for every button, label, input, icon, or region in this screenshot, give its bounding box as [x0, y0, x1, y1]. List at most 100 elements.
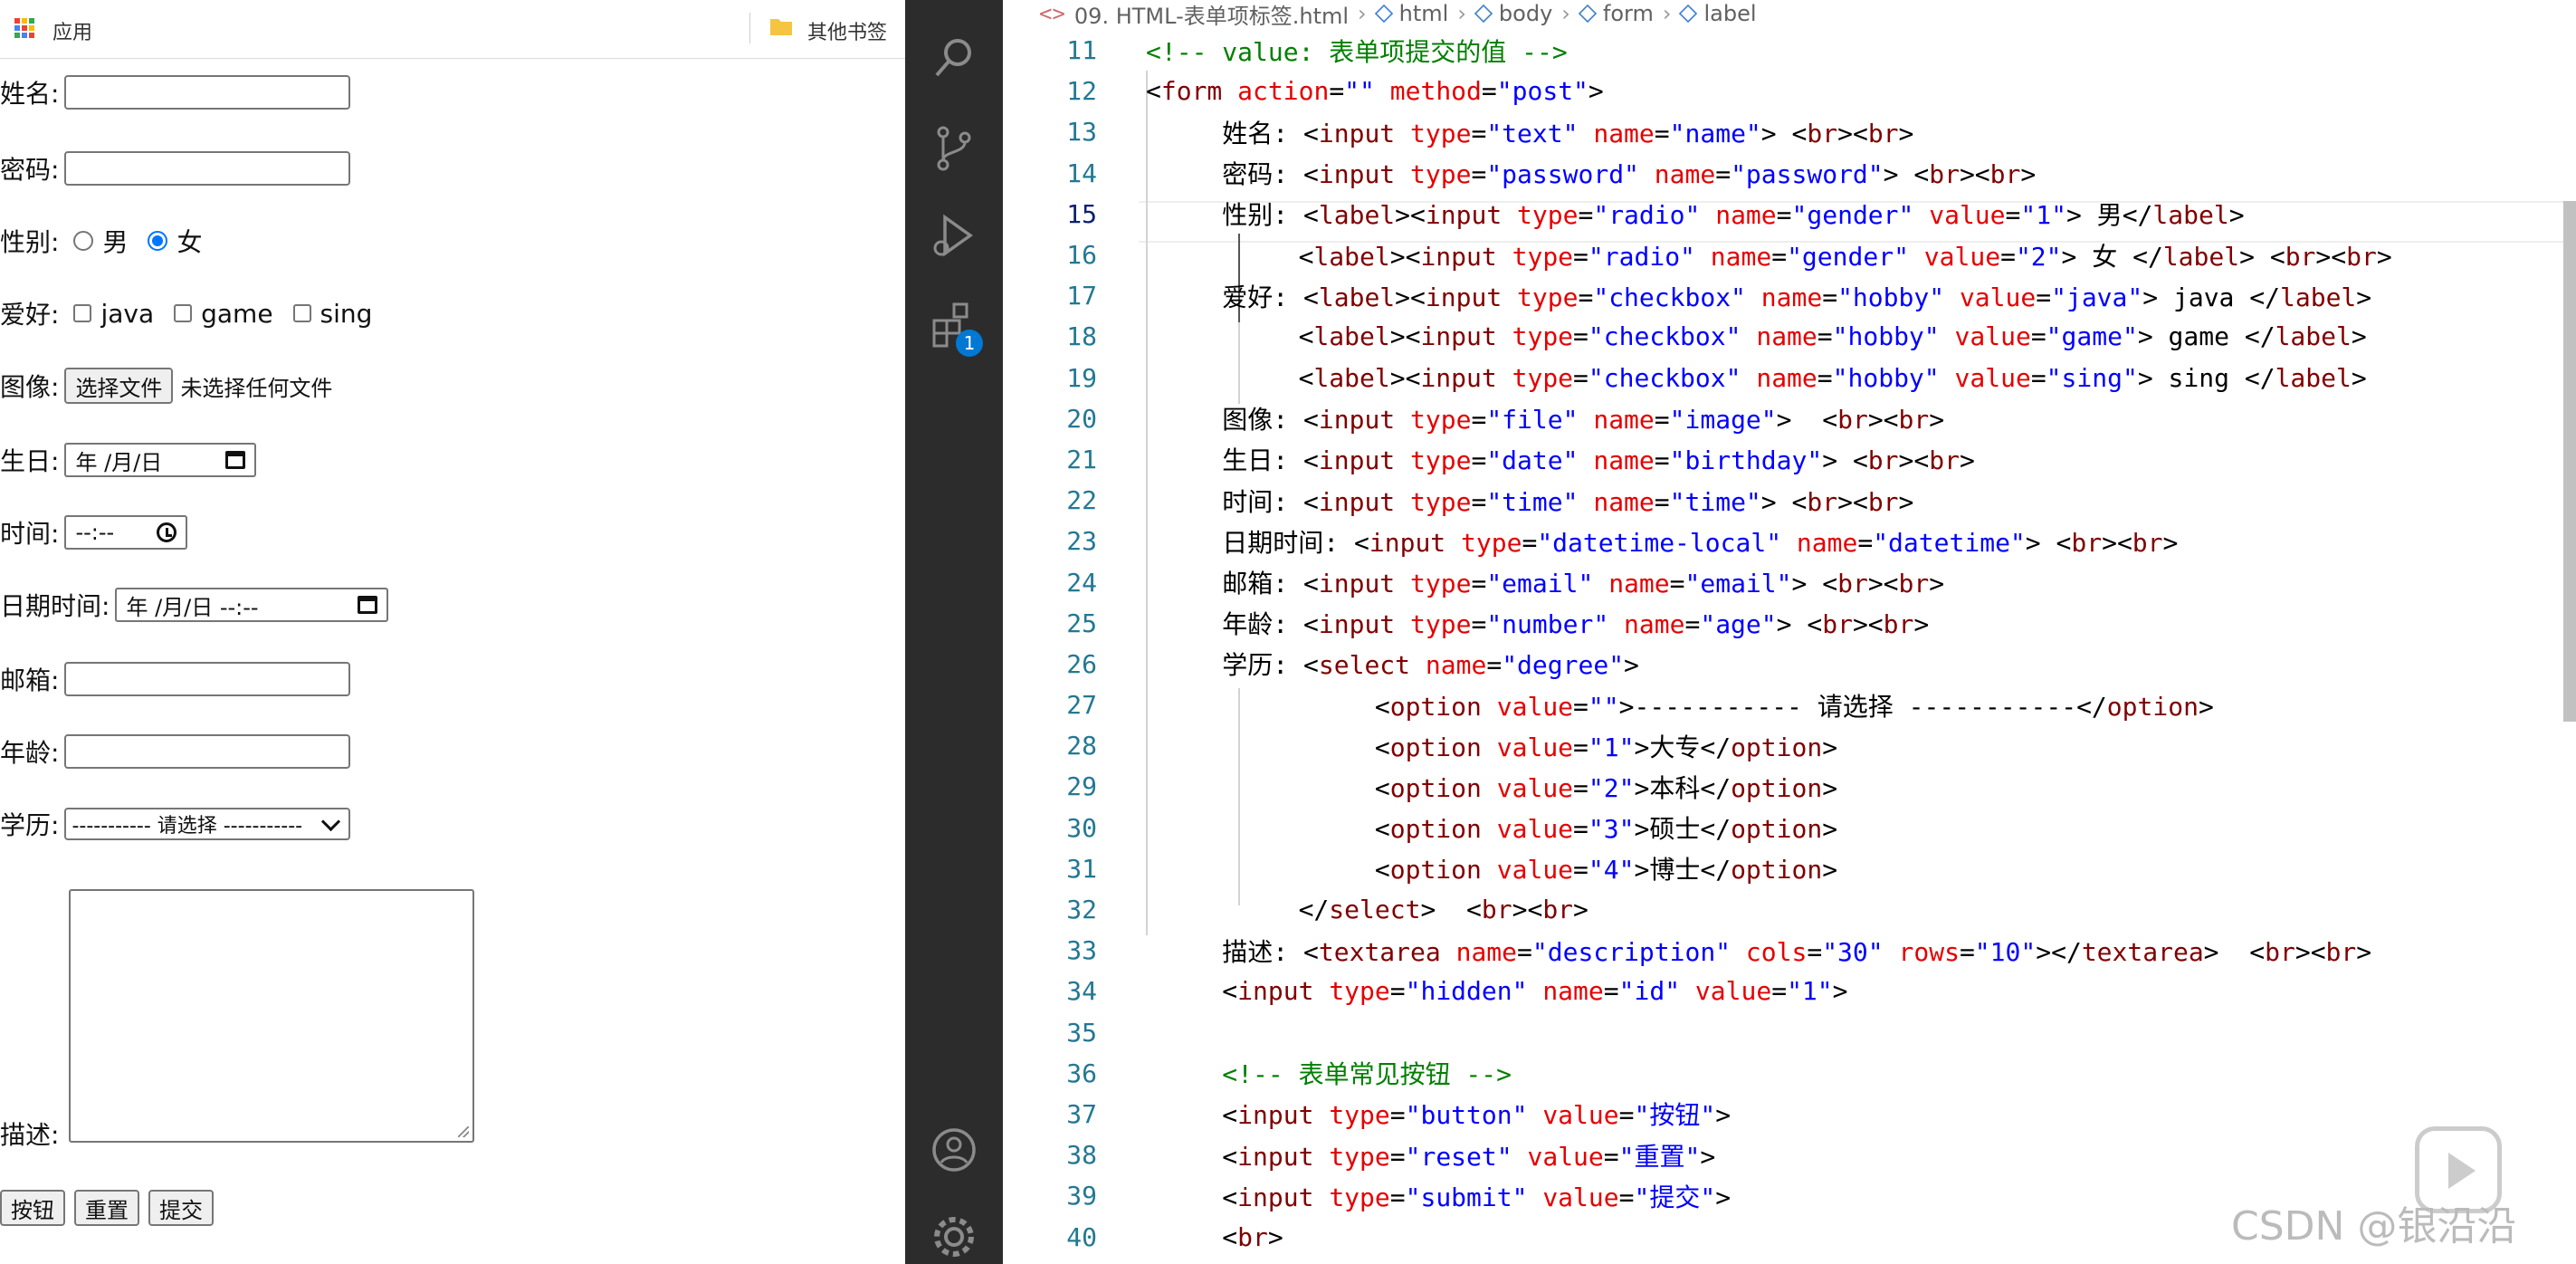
line-code[interactable]: <!-- 表单常见按钮 -->: [1146, 1055, 1512, 1091]
code-line[interactable]: 26 学历: <select name="degree">: [1003, 644, 2576, 685]
line-code[interactable]: 日期时间: <input type="datetime-local" name=…: [1146, 523, 2178, 560]
line-code[interactable]: <input type="button" value="按钮">: [1146, 1096, 1731, 1132]
choose-file-button[interactable]: 选择文件: [64, 368, 174, 404]
code-line[interactable]: 28 <option value="1">大专</option>: [1003, 725, 2576, 766]
clock-icon[interactable]: [157, 522, 177, 542]
birthday-date-input[interactable]: 年 /月/日: [64, 443, 257, 477]
line-code[interactable]: <label><input type="checkbox" name="hobb…: [1146, 363, 2367, 393]
age-input[interactable]: [64, 734, 351, 769]
gear-icon[interactable]: [930, 1213, 978, 1260]
hobby-checkbox-sing[interactable]: [292, 304, 311, 322]
code-line[interactable]: 23 日期时间: <input type="datetime-local" na…: [1003, 521, 2576, 561]
code-line[interactable]: 34 <input type="hidden" name="id" value=…: [1003, 971, 2576, 1011]
calendar-icon[interactable]: [358, 596, 378, 614]
calendar-icon[interactable]: [225, 451, 246, 469]
line-code[interactable]: 描述: <textarea name="description" cols="3…: [1146, 933, 2371, 969]
code-line[interactable]: 21 生日: <input type="date" name="birthday…: [1003, 439, 2576, 480]
line-code[interactable]: <label><input type="checkbox" name="hobb…: [1146, 321, 2367, 351]
breadcrumb-html[interactable]: html: [1399, 1, 1449, 26]
line-code[interactable]: 图像: <input type="file" name="image"> <br…: [1146, 400, 1944, 436]
line-code[interactable]: 时间: <input type="time" name="time"> <br>…: [1146, 483, 1913, 519]
line-code[interactable]: <label><input type="radio" name="gender"…: [1146, 237, 2392, 273]
line-code[interactable]: 性别: <label><input type="radio" name="gen…: [1146, 196, 2244, 232]
bookmark-other[interactable]: 其他书签: [807, 16, 887, 45]
code-line[interactable]: 12 <form action="" method="post">: [1003, 71, 2576, 111]
description-textarea[interactable]: [69, 889, 474, 1143]
apps-grid-icon[interactable]: [14, 18, 34, 38]
line-number: 13: [1066, 117, 1097, 148]
element-cube-icon: [1679, 4, 1698, 24]
code-line[interactable]: 37 <input type="button" value="按钮">: [1003, 1094, 2576, 1135]
hobby-checkbox-game[interactable]: [174, 304, 193, 322]
resize-grip-icon[interactable]: [458, 1126, 469, 1137]
code-line[interactable]: 11 <!-- value: 表单项提交的值 -->: [1003, 30, 2576, 71]
line-code[interactable]: 年龄: <input type="number" name="age"> <br…: [1146, 605, 1929, 641]
code-editor[interactable]: <> 09. HTML-表单项标签.html › html › body › f…: [1003, 0, 2576, 1264]
line-code[interactable]: 爱好: <label><input type="checkbox" name="…: [1146, 278, 2371, 314]
code-line[interactable]: 22 时间: <input type="time" name="time"> <…: [1003, 480, 2576, 521]
line-code[interactable]: <form action="" method="post">: [1146, 76, 1604, 106]
code-line[interactable]: 24 邮箱: <input type="email" name="email">…: [1003, 561, 2576, 602]
code-line[interactable]: 32 </select> <br><br>: [1003, 889, 2576, 930]
code-line[interactable]: 35: [1003, 1012, 2576, 1053]
reset-button[interactable]: 重置: [74, 1190, 139, 1226]
breadcrumb-label[interactable]: label: [1703, 1, 1756, 26]
code-lines[interactable]: 11 <!-- value: 表单项提交的值 --> 12 <form action=…: [1003, 30, 2576, 1258]
line-code[interactable]: <option value="2">本科</option>: [1146, 769, 1837, 805]
line-code[interactable]: <option value="3">硕士</option>: [1146, 809, 1837, 846]
line-code[interactable]: <input type="reset" value="重置">: [1146, 1137, 1715, 1173]
code-line[interactable]: 29 <option value="2">本科</option>: [1003, 766, 2576, 807]
line-code[interactable]: <option value="">----------- 请选择 -------…: [1146, 687, 2214, 723]
button-button[interactable]: 按钮: [0, 1190, 65, 1226]
code-line[interactable]: 18 <label><input type="checkbox" name="h…: [1003, 316, 2576, 357]
code-line[interactable]: 30 <option value="3">硕士</option>: [1003, 808, 2576, 848]
line-code[interactable]: 邮箱: <input type="email" name="email"> <b…: [1146, 564, 1944, 600]
code-line[interactable]: 15 性别: <label><input type="radio" name="…: [1003, 194, 2576, 235]
line-code[interactable]: 学历: <select name="degree">: [1146, 646, 1639, 682]
breadcrumb-form[interactable]: form: [1603, 1, 1654, 26]
bookmark-apps[interactable]: 应用: [52, 16, 92, 45]
time-input[interactable]: --:--: [64, 515, 188, 550]
search-icon[interactable]: [930, 34, 978, 81]
submit-button[interactable]: 提交: [148, 1190, 214, 1226]
code-line[interactable]: 25 年龄: <input type="number" name="age"> …: [1003, 603, 2576, 644]
code-line[interactable]: 27 <option value="">----------- 请选择 ----…: [1003, 685, 2576, 725]
code-line[interactable]: 14 密码: <input type="password" name="pass…: [1003, 153, 2576, 194]
source-control-icon[interactable]: [930, 125, 978, 172]
account-icon[interactable]: [930, 1126, 978, 1173]
code-line[interactable]: 38 <input type="reset" value="重置">: [1003, 1135, 2576, 1175]
line-code[interactable]: 生日: <input type="date" name="birthday"> …: [1146, 441, 1975, 477]
line-code[interactable]: <option value="1">大专</option>: [1146, 728, 1837, 764]
datetime-input[interactable]: 年 /月/日 --:--: [115, 588, 389, 622]
run-debug-icon[interactable]: [930, 212, 978, 259]
breadcrumb-file[interactable]: 09. HTML-表单项标签.html: [1074, 0, 1349, 30]
line-code[interactable]: <input type="submit" value="提交">: [1146, 1178, 1731, 1214]
line-code[interactable]: </select> <br><br>: [1146, 895, 1589, 924]
code-line[interactable]: 17 爱好: <label><input type="checkbox" nam…: [1003, 275, 2576, 316]
name-input[interactable]: [64, 75, 351, 110]
line-code[interactable]: <option value="4">博士</option>: [1146, 850, 1837, 886]
code-line[interactable]: 36 <!-- 表单常见按钮 -->: [1003, 1053, 2576, 1094]
breadcrumb-body[interactable]: body: [1499, 1, 1552, 26]
hobby-checkbox-java[interactable]: [73, 304, 92, 322]
code-line[interactable]: 13 姓名: <input type="text" name="name"> <…: [1003, 111, 2576, 152]
code-line[interactable]: 20 图像: <input type="file" name="image"> …: [1003, 398, 2576, 439]
datetime-placeholder: 年 /月/日 --:--: [126, 594, 259, 620]
line-code[interactable]: <!-- value: 表单项提交的值 -->: [1146, 33, 1568, 69]
email-input[interactable]: [64, 662, 351, 696]
editor-scrollbar[interactable]: [2563, 201, 2576, 722]
line-code[interactable]: <input type="hidden" name="id" value="1"…: [1146, 976, 1847, 1006]
code-line[interactable]: 19 <label><input type="checkbox" name="h…: [1003, 358, 2576, 398]
password-input[interactable]: [64, 151, 351, 186]
gender-radio-male[interactable]: [73, 231, 94, 251]
line-code[interactable]: 姓名: <input type="text" name="name"> <br>…: [1146, 114, 1913, 150]
code-line[interactable]: 31 <option value="4">博士</option>: [1003, 848, 2576, 889]
image-label: 图像:: [0, 372, 60, 402]
date-placeholder: 年 /月/日: [75, 449, 163, 475]
line-code[interactable]: 密码: <input type="password" name="passwor…: [1146, 155, 2036, 191]
code-line[interactable]: 16 <label><input type="radio" name="gend…: [1003, 235, 2576, 275]
degree-select[interactable]: ----------- 请选择 -----------: [64, 808, 351, 840]
gender-radio-female[interactable]: [148, 231, 168, 251]
line-code[interactable]: <br>: [1146, 1222, 1283, 1252]
code-line[interactable]: 33 描述: <textarea name="description" cols…: [1003, 930, 2576, 971]
